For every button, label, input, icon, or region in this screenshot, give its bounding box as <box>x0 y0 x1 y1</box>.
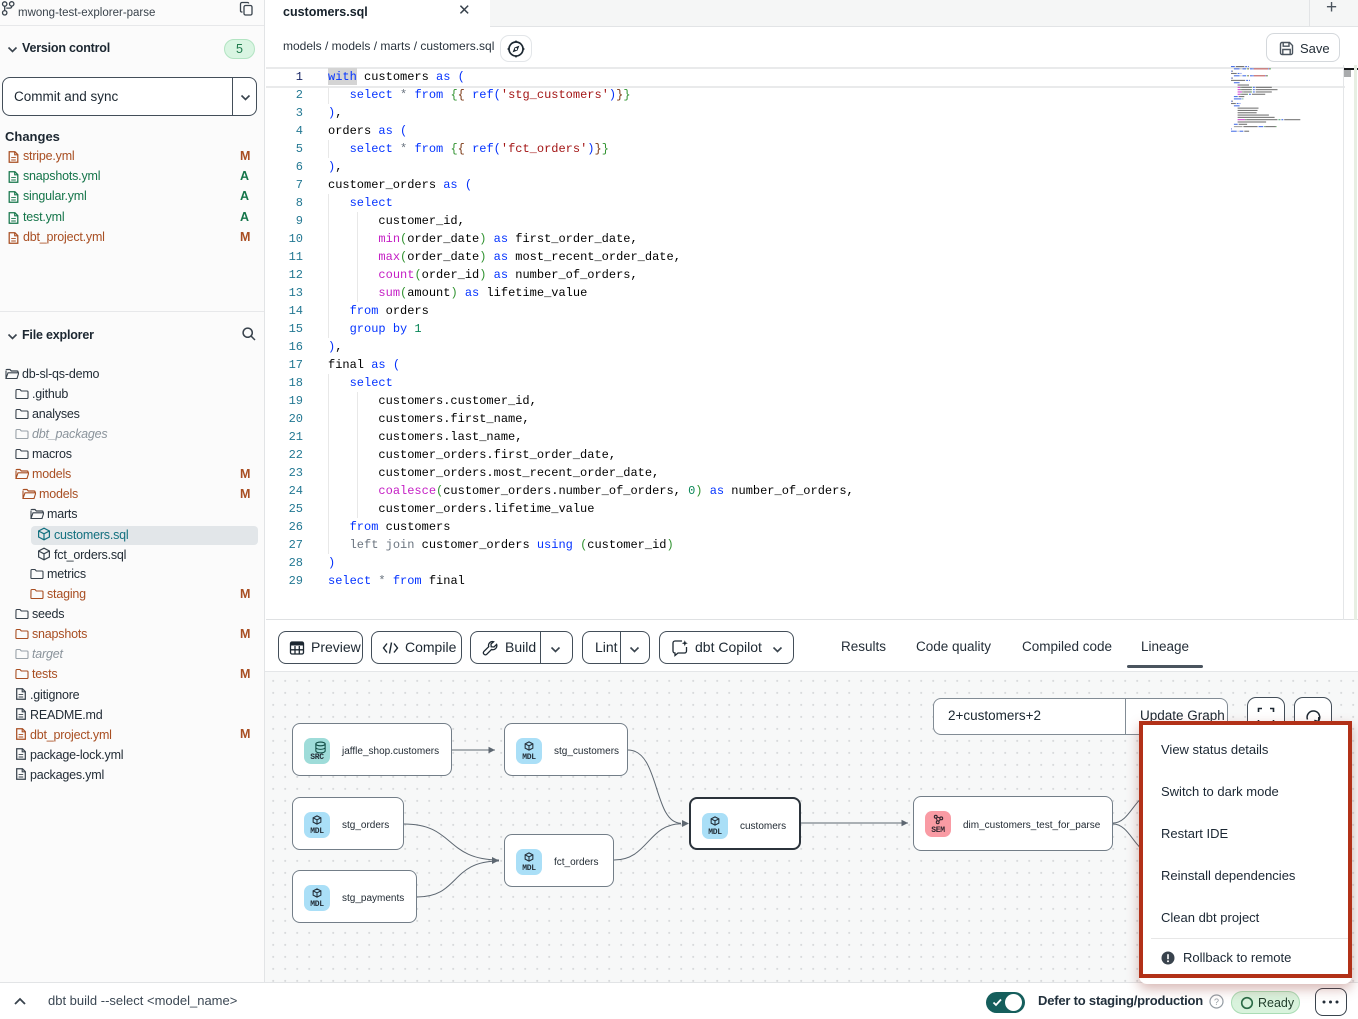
svg-text:?: ? <box>1214 997 1219 1007</box>
